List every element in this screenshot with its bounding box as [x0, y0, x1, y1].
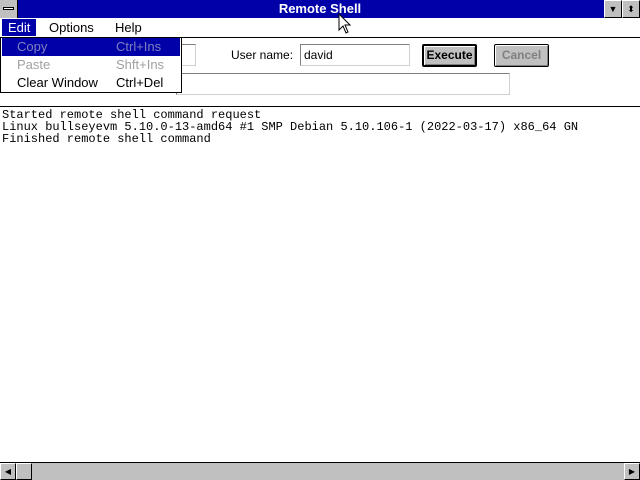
- menu-item-paste[interactable]: Paste Shft+Ins: [2, 56, 180, 74]
- clear-window-accelerator: Ctrl+Del: [116, 75, 164, 90]
- command-field[interactable]: [176, 73, 510, 95]
- menu-edit[interactable]: Edit: [2, 19, 37, 36]
- user-name-label: User name:: [231, 48, 294, 62]
- menu-edit-label: Edit: [8, 20, 31, 35]
- down-arrow-icon: ▼: [608, 4, 618, 14]
- output-area[interactable]: Started remote shell command request Lin…: [0, 106, 640, 462]
- up-down-arrow-icon: ⬍: [627, 4, 635, 14]
- minimize-button[interactable]: ▼: [604, 0, 622, 18]
- menu-item-clear-window[interactable]: Clear Window Ctrl+Del: [2, 74, 180, 92]
- menu-help[interactable]: Help: [109, 19, 148, 36]
- left-arrow-icon: ◀: [4, 467, 12, 476]
- user-name-field[interactable]: david: [300, 44, 410, 66]
- scroll-thumb[interactable]: [16, 463, 32, 480]
- menu-bar: Edit Options Help: [0, 18, 640, 38]
- paste-accelerator: Shft+Ins: [116, 57, 165, 72]
- execute-button[interactable]: Execute: [422, 44, 477, 67]
- right-arrow-icon: ▶: [628, 467, 636, 476]
- cancel-button[interactable]: Cancel: [494, 44, 549, 67]
- copy-label: Copy: [17, 39, 48, 54]
- maximize-button[interactable]: ⬍: [622, 0, 640, 18]
- scroll-left-button[interactable]: ◀: [0, 463, 16, 480]
- menu-help-label: Help: [115, 20, 142, 35]
- paste-label: Paste: [17, 57, 51, 72]
- copy-accelerator: Ctrl+Ins: [116, 39, 162, 54]
- menu-item-copy[interactable]: Copy Ctrl+Ins: [2, 38, 180, 56]
- output-line: Finished remote shell command: [2, 132, 211, 146]
- window-title: Remote Shell: [278, 1, 362, 16]
- edit-dropdown-menu: Copy Ctrl+Ins Paste Shft+Ins Clear Windo…: [0, 37, 182, 93]
- menu-options[interactable]: Options: [43, 19, 100, 36]
- title-bar: Remote Shell ▼ ⬍: [0, 0, 640, 18]
- menu-options-label: Options: [49, 20, 94, 35]
- horizontal-scrollbar[interactable]: ◀ ▶: [0, 462, 640, 480]
- scroll-right-button[interactable]: ▶: [624, 463, 640, 480]
- clear-window-label: Clear Window: [17, 75, 98, 90]
- mouse-cursor-icon: [338, 13, 352, 34]
